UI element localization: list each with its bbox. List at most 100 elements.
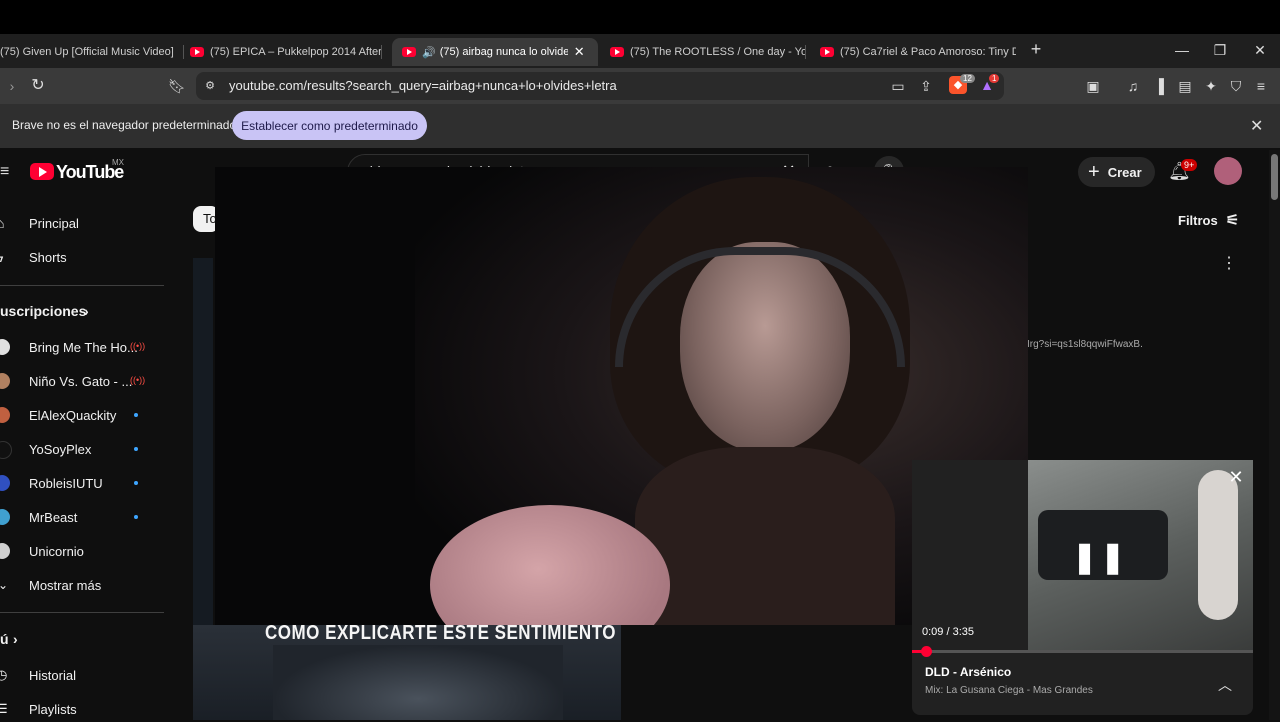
sub-item[interactable]: Niño Vs. Gato - ... ((•)) <box>0 368 160 394</box>
shorts-icon: ϟ <box>0 249 3 265</box>
tab-title: (75) EPICA – Pukkelpop 2014 Afterm <box>210 46 382 58</box>
sidebar-divider <box>0 285 164 286</box>
new-content-dot <box>134 413 138 417</box>
cast-icon[interactable]: ▭ <box>889 77 907 95</box>
create-button[interactable]: + Crear <box>1078 157 1155 187</box>
tab-given-up[interactable]: (75) Given Up [Official Music Video] <box>0 38 184 66</box>
sub-item[interactable]: Bring Me The Ho... ((•)) <box>0 334 160 360</box>
pause-icon[interactable]: ❚❚ <box>1072 540 1128 575</box>
progress-handle[interactable] <box>921 646 933 657</box>
hamburger-menu-icon[interactable]: ≡ <box>0 163 9 181</box>
channel-name: ElAlexQuackity <box>29 407 117 423</box>
tab-title: (75) airbag nunca lo olvides l <box>439 46 568 58</box>
new-tab-icon[interactable]: + <box>1027 40 1045 58</box>
close-tab-icon[interactable]: ✕ <box>574 44 585 60</box>
tab-title: (75) The ROOTLESS / One day - YouT <box>630 46 806 58</box>
sidebar-item-playlists[interactable]: ☰ Playlists <box>0 696 160 722</box>
channel-name: Unicornio <box>29 543 84 559</box>
tab-strip: (75) Given Up [Official Music Video] (75… <box>0 34 1280 68</box>
show-more-button[interactable]: ⌄ Mostrar más <box>0 572 160 598</box>
music-icon[interactable]: ♫ <box>1124 77 1142 95</box>
site-settings-icon[interactable]: ⚙ <box>203 77 217 95</box>
sidebar-item-historial[interactable]: ◷ Historial <box>0 662 160 688</box>
reader-mode-icon[interactable]: ▣ <box>1084 77 1102 95</box>
you-section-header[interactable]: ú › <box>0 626 160 652</box>
description-link-fragment: Irg?si=qs1sl8qqwiFfwaxB. <box>1027 339 1143 350</box>
speaker-icon: 🔊 <box>422 46 436 59</box>
tab-airbag-active[interactable]: 🔊 (75) airbag nunca lo olvides l ✕ <box>392 38 598 66</box>
close-window-icon[interactable]: ✕ <box>1248 40 1272 60</box>
close-miniplayer-icon[interactable]: ✕ <box>1226 468 1246 486</box>
youtube-logo-icon[interactable] <box>30 163 54 180</box>
bookmark-icon[interactable]: 🔖︎ <box>168 77 186 95</box>
miniplayer-subtitle: Mix: La Gusana Ciega - Mas Grandes <box>925 685 1093 696</box>
thumbnail-caption: COMO EXPLICARTE ESTE SENTIMIENTO <box>265 625 616 644</box>
miniplayer[interactable]: ✕ ❚❚ 0:09 / 3:35 DLD - Arsénico Mix: La … <box>912 460 1253 715</box>
thumbnail-figure <box>273 645 563 720</box>
scrollbar-thumb[interactable] <box>1271 154 1278 200</box>
notification-badge: 9+ <box>1181 159 1198 171</box>
set-default-button[interactable]: Establecer como predeterminado <box>232 111 427 140</box>
close-infobar-icon[interactable]: ✕ <box>1250 116 1263 136</box>
channel-avatar <box>0 509 10 525</box>
youtube-favicon-icon <box>820 47 834 57</box>
tab-ca7riel[interactable]: (75) Ca7riel & Paco Amoroso: Tiny D <box>820 38 1016 66</box>
result-thumbnail[interactable]: COMO EXPLICARTE ESTE SENTIMIENTO <box>193 625 621 720</box>
chevron-right-icon: › <box>13 631 18 647</box>
sidebar-item-label: Principal <box>29 215 79 231</box>
person-shape <box>1198 470 1238 620</box>
url-text[interactable]: youtube.com/results?search_query=airbag+… <box>229 78 617 93</box>
sidebar-item-shorts[interactable]: ϟ Shorts <box>0 244 160 270</box>
sidebar-item-principal[interactable]: ⌂ Principal <box>0 210 160 236</box>
page-scrollbar[interactable] <box>1269 150 1280 720</box>
video-overlay[interactable] <box>215 167 1028 625</box>
sidebar-toggle-icon[interactable]: ▐ <box>1150 77 1168 95</box>
tab-title: (75) Ca7riel & Paco Amoroso: Tiny D <box>840 46 1016 58</box>
subscriptions-header[interactable]: uscripciones › <box>0 298 160 324</box>
more-options-icon[interactable]: ⋮ <box>1221 255 1237 273</box>
channel-avatar <box>0 339 10 355</box>
create-label: Crear <box>1107 164 1142 180</box>
chevron-down-icon: ⌄ <box>0 578 9 592</box>
infobar-message: Brave no es el navegador predeterminado <box>12 118 237 132</box>
progress-track[interactable] <box>912 646 1253 657</box>
avatar[interactable] <box>1214 157 1242 185</box>
youtube-favicon-icon <box>610 47 624 57</box>
new-content-dot <box>134 515 138 519</box>
sliders-icon: ⚟ <box>1225 212 1240 229</box>
brave-shields-badge: 12 <box>960 74 975 83</box>
tab-title: (75) Given Up [Official Music Video] <box>0 46 174 58</box>
channel-avatar <box>0 373 10 389</box>
share-icon[interactable]: ⇪ <box>917 77 935 95</box>
channel-name: Niño Vs. Gato - ... <box>29 373 133 389</box>
sub-item[interactable]: ElAlexQuackity <box>0 402 160 428</box>
leo-ai-icon[interactable]: ✦ <box>1202 77 1220 95</box>
maximize-icon[interactable]: ❐ <box>1208 40 1232 60</box>
miniplayer-left-panel <box>912 460 1028 650</box>
sidebar-item-label: Playlists <box>29 701 77 717</box>
sub-item[interactable]: YoSoyPlex <box>0 436 160 462</box>
playlists-icon: ☰ <box>0 701 8 716</box>
channel-avatar <box>0 407 10 423</box>
channel-avatar <box>0 543 10 559</box>
menu-icon[interactable]: ≡ <box>1252 77 1270 95</box>
expand-queue-icon[interactable]: ︿ <box>1217 676 1233 694</box>
sub-item[interactable]: MrBeast <box>0 504 160 530</box>
new-content-dot <box>134 447 138 451</box>
vpn-icon[interactable]: ⛉ <box>1227 77 1245 95</box>
home-icon: ⌂ <box>0 215 5 231</box>
sub-item[interactable]: Unicornio <box>0 538 160 564</box>
sidebar-item-label: Historial <box>29 667 76 683</box>
forward-icon[interactable]: › <box>4 77 20 95</box>
miniplayer-title[interactable]: DLD - Arsénico <box>925 665 1011 679</box>
minimize-icon[interactable]: — <box>1170 40 1194 60</box>
sub-item[interactable]: RobleisIUTU <box>0 470 160 496</box>
chevron-right-icon: › <box>84 303 89 319</box>
reload-icon[interactable]: ↻ <box>28 77 48 95</box>
wallet-icon[interactable]: ▤ <box>1176 77 1194 95</box>
tab-epica[interactable]: (75) EPICA – Pukkelpop 2014 Afterm <box>190 38 382 66</box>
live-icon: ((•)) <box>130 375 146 385</box>
tab-rootless[interactable]: (75) The ROOTLESS / One day - YouT <box>610 38 806 66</box>
filters-button[interactable]: Filtros ⚟ <box>1178 211 1239 229</box>
sidebar-item-label: Shorts <box>29 249 67 265</box>
